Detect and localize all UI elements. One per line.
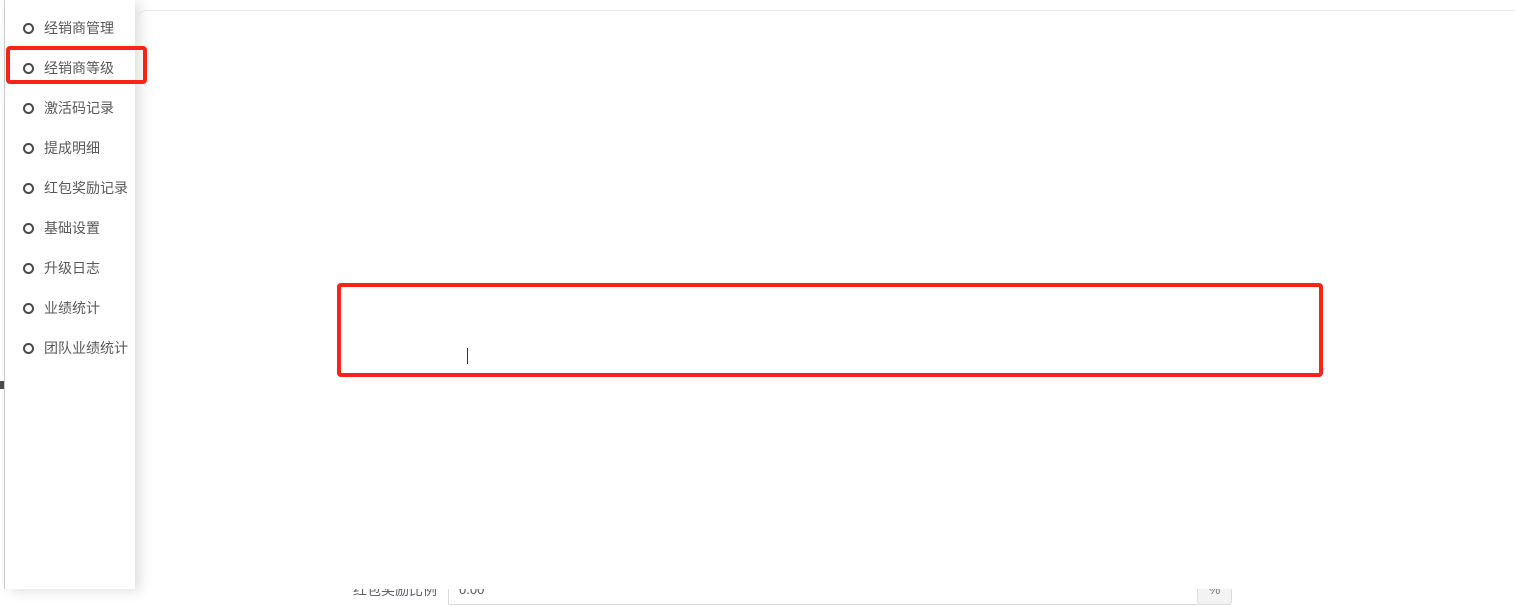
circle-icon <box>23 103 34 114</box>
sidebar-item-redpacket-records[interactable]: 红包奖励记录 <box>5 168 135 208</box>
sidebar-item-label: 激活码记录 <box>44 98 114 118</box>
sidebar-item-label: 基础设置 <box>44 218 100 238</box>
circle-icon <box>23 263 34 274</box>
sidebar-item-label: 团队业绩统计 <box>44 338 128 358</box>
sidebar-item-label: 经销商等级 <box>44 58 114 78</box>
sidebar: 经销商管理 经销商等级 激活码记录 提成明细 红包奖励记录 基础设置 升级日志 <box>5 0 135 589</box>
sidebar-item-label: 红包奖励记录 <box>44 178 128 198</box>
sidebar-item-performance-stats[interactable]: 业绩统计 <box>5 288 135 328</box>
circle-icon <box>23 303 34 314</box>
text-cursor <box>467 348 468 364</box>
circle-icon <box>23 23 34 34</box>
sidebar-item-basic-settings[interactable]: 基础设置 <box>5 208 135 248</box>
circle-icon <box>23 143 34 154</box>
sidebar-item-team-performance-stats[interactable]: 团队业绩统计 <box>5 328 135 368</box>
sidebar-item-dealer-management[interactable]: 经销商管理 <box>5 8 135 48</box>
sidebar-item-label: 经销商管理 <box>44 18 114 38</box>
sidebar-item-upgrade-log[interactable]: 升级日志 <box>5 248 135 288</box>
left-edge-artifact <box>0 381 4 389</box>
sidebar-item-label: 业绩统计 <box>44 298 100 318</box>
sidebar-item-dealer-level[interactable]: 经销商等级 <box>5 48 135 88</box>
circle-icon <box>23 183 34 194</box>
circle-icon <box>23 63 34 74</box>
sidebar-item-label: 升级日志 <box>44 258 100 278</box>
content-panel <box>137 10 1515 589</box>
sidebar-item-activation-code-records[interactable]: 激活码记录 <box>5 88 135 128</box>
sidebar-item-label: 提成明细 <box>44 138 100 158</box>
sidebar-item-commission-detail[interactable]: 提成明细 <box>5 128 135 168</box>
circle-icon <box>23 223 34 234</box>
circle-icon <box>23 343 34 354</box>
